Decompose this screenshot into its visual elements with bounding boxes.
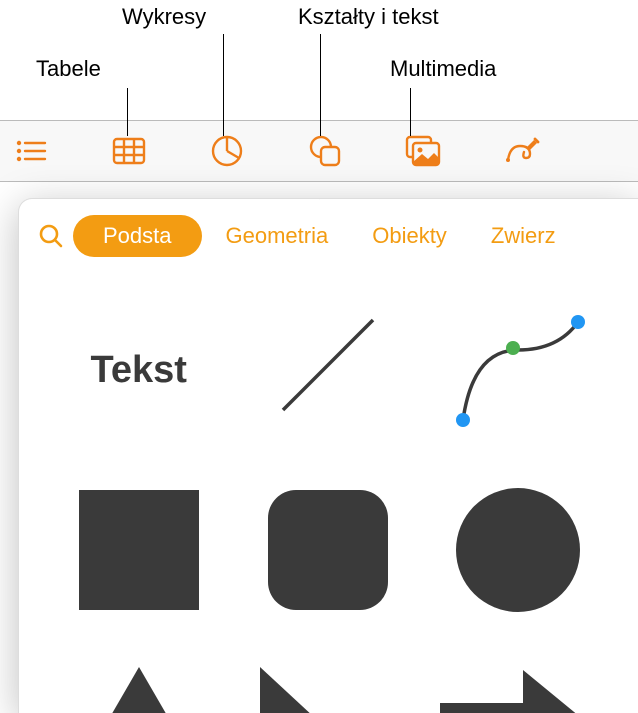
curve-icon [443,310,593,430]
media-button[interactable] [400,128,446,174]
draw-button[interactable] [498,128,544,174]
shape-square[interactable] [59,475,219,625]
category-geometry[interactable]: Geometria [206,215,349,257]
table-button[interactable] [106,128,152,174]
line-icon [263,310,393,430]
right-triangle-icon [258,665,398,713]
popover-arrow [319,198,345,200]
search-button[interactable] [33,218,69,254]
category-bar: Podsta Geometria Obiekty Zwierz [19,199,638,271]
shape-triangle[interactable] [59,655,219,713]
shapes-popover: Podsta Geometria Obiekty Zwierz Tekst [18,198,638,713]
shape-text[interactable]: Tekst [59,295,219,445]
list-button[interactable] [8,128,54,174]
category-basic[interactable]: Podsta [73,215,202,257]
arrow-right-icon [438,665,598,713]
shape-button[interactable] [302,128,348,174]
callout-shapes-text: Kształty i tekst [298,4,439,30]
callout-charts: Wykresy [122,4,206,30]
shape-right-triangle[interactable] [249,655,409,713]
text-shape-label: Tekst [91,349,187,392]
callout-layer: Wykresy Tabele Kształty i tekst Multimed… [0,0,638,120]
toolbar [0,120,638,182]
shape-curve[interactable] [438,295,598,445]
callout-media: Multimedia [390,56,496,82]
rounded-square-icon [263,485,393,615]
triangle-icon [64,665,214,713]
chart-button[interactable] [204,128,250,174]
shape-rounded-square[interactable] [249,475,409,625]
callout-tables: Tabele [36,56,101,82]
shape-arrow-right[interactable] [438,655,598,713]
circle-icon [453,485,583,615]
shape-line[interactable] [249,295,409,445]
search-icon [38,223,64,249]
shapes-grid: Tekst [19,271,638,713]
category-animals[interactable]: Zwierz [471,215,576,257]
square-icon [74,485,204,615]
category-objects[interactable]: Obiekty [352,215,467,257]
shape-circle[interactable] [438,475,598,625]
